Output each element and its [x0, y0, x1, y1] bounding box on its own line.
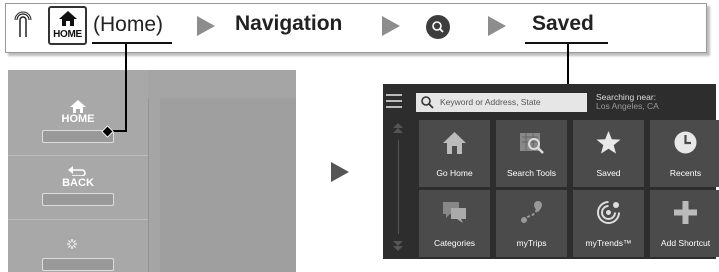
scrollbar-track[interactable] — [398, 140, 399, 234]
day-night-side-button[interactable] — [42, 258, 114, 271]
search-placeholder: Keyword or Address, State — [440, 97, 541, 107]
tile-mytrips[interactable]: myTrips — [496, 190, 567, 257]
scroll-down-icon[interactable] — [392, 238, 404, 252]
home-button-icon: HOME — [48, 6, 87, 45]
house-icon — [443, 132, 466, 154]
home-underline — [92, 42, 172, 44]
side-home-label: HOME — [61, 113, 95, 125]
side-separator — [8, 219, 148, 220]
map-search-icon — [520, 133, 544, 154]
step-arrow-icon — [488, 16, 506, 36]
transition-arrow-icon — [331, 162, 349, 182]
day-night-icon — [67, 239, 89, 249]
tile-label: myTrends™ — [585, 238, 632, 248]
tile-add-shortcut[interactable]: Add Shortcut — [650, 190, 719, 257]
finger-tap-icon — [14, 11, 32, 37]
tile-label: Recents — [669, 168, 702, 178]
tile-label: Saved — [596, 168, 621, 178]
search-input[interactable]: Keyword or Address, State — [416, 93, 587, 112]
menu-icon[interactable] — [385, 91, 403, 110]
tile-mytrends[interactable]: myTrends™ — [573, 190, 644, 257]
tile-go-home[interactable]: Go Home — [419, 120, 490, 187]
home-button-text: HOME — [53, 29, 82, 40]
tile-label: Search Tools — [507, 168, 556, 178]
plus-icon — [674, 201, 697, 224]
navigation-step-label: Navigation — [235, 12, 343, 35]
searching-near-location[interactable]: Los Angeles, CA — [596, 101, 659, 111]
saved-step-label: Saved — [532, 12, 594, 35]
back-arrow-icon — [68, 166, 86, 176]
screen-area — [160, 98, 296, 272]
house-icon — [59, 11, 77, 26]
tile-label: myTrips — [516, 238, 547, 248]
callout-line — [125, 44, 127, 131]
side-back-label: BACK — [62, 177, 94, 189]
tile-recents[interactable]: Recents — [650, 120, 719, 187]
side-separator — [8, 155, 148, 156]
search-icon — [421, 96, 434, 109]
route-pins-icon — [521, 201, 542, 223]
tile-label: Categories — [433, 238, 476, 248]
tile-label: Add Shortcut — [660, 238, 711, 248]
speech-bubbles-icon — [443, 202, 466, 223]
search-circle-icon — [426, 15, 450, 39]
house-icon — [70, 100, 86, 113]
step-arrow-icon — [382, 16, 400, 36]
tile-saved[interactable]: Saved — [573, 120, 644, 187]
tile-label: Go Home — [436, 168, 473, 178]
panel-divider — [148, 98, 149, 272]
clock-icon — [674, 131, 697, 154]
home-step-label: (Home) — [93, 13, 164, 36]
step-arrow-icon — [197, 16, 215, 36]
radar-icon — [597, 201, 620, 224]
back-side-button[interactable] — [42, 193, 114, 206]
tile-search-tools[interactable]: Search Tools — [496, 120, 567, 187]
tile-categories[interactable]: Categories — [419, 190, 490, 257]
scroll-up-icon[interactable] — [392, 122, 404, 136]
star-icon — [596, 131, 621, 154]
